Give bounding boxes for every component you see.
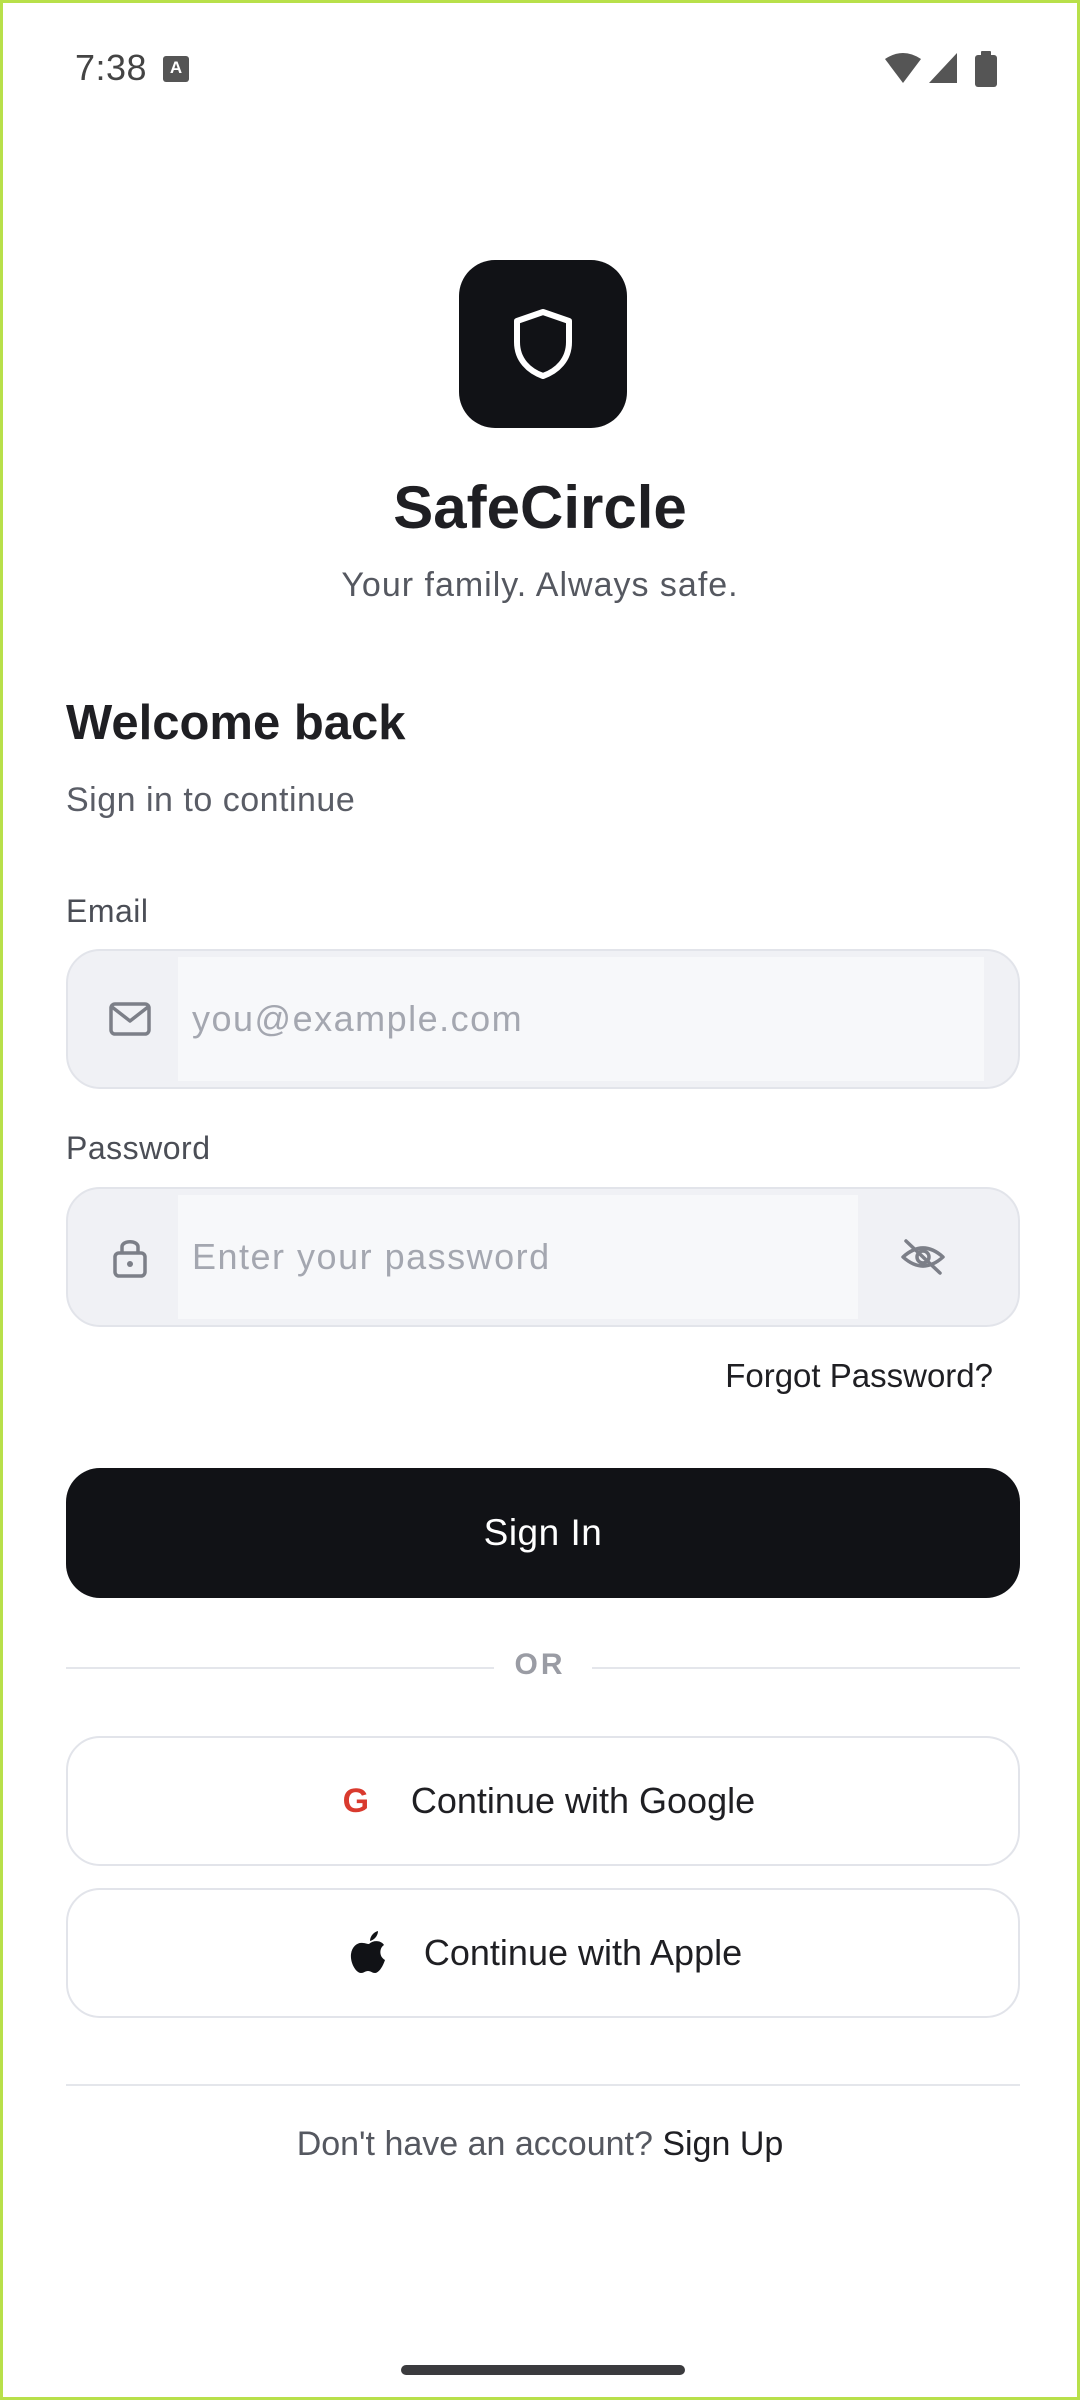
google-icon: G [342, 1781, 370, 1820]
apple-button-label: Continue with Apple [423, 1932, 743, 1973]
cell-signal-icon [929, 53, 957, 83]
divider-right [592, 1667, 1020, 1669]
signup-prompt: Don't have an account? Sign Up [3, 2125, 1077, 2164]
lock-icon [106, 1233, 154, 1281]
app-name: SafeCircle [393, 474, 687, 541]
apple-icon [344, 1928, 394, 1978]
eye-off-icon[interactable] [898, 1232, 948, 1282]
app-tagline: Your family. Always safe. [341, 566, 739, 604]
signup-prompt-text: Don't have an account? [296, 2125, 653, 2163]
continue-with-apple-button[interactable]: Continue with Apple [66, 1888, 1020, 2018]
email-field[interactable] [66, 949, 1020, 1089]
sign-in-button[interactable]: Sign In [66, 1468, 1020, 1598]
email-label: Email [66, 893, 149, 929]
google-button-label: Continue with Google [410, 1780, 756, 1821]
status-time: 7:38 [75, 47, 148, 88]
forgot-password-link[interactable]: Forgot Password? [725, 1357, 993, 1395]
a-letter-icon: A [163, 56, 189, 82]
password-input[interactable] [178, 1195, 858, 1319]
continue-with-google-button[interactable]: G Continue with Google [66, 1736, 1020, 1866]
status-bar: 7:38 A [3, 3, 1077, 133]
email-input[interactable] [178, 957, 984, 1081]
mail-icon [106, 995, 154, 1043]
or-separator: OR [514, 1648, 566, 1681]
status-icons [883, 49, 1007, 89]
sign-up-link[interactable]: Sign Up [662, 2125, 783, 2163]
password-field[interactable] [66, 1187, 1020, 1327]
footer-divider [66, 2084, 1020, 2086]
app-logo [459, 260, 627, 428]
battery-icon [975, 51, 997, 87]
home-indicator[interactable] [401, 2365, 685, 2375]
page-subtitle: Sign in to continue [66, 781, 356, 819]
page-title: Welcome back [66, 696, 406, 750]
shield-icon [514, 309, 572, 379]
wifi-icon [885, 53, 921, 83]
password-label: Password [66, 1130, 211, 1166]
